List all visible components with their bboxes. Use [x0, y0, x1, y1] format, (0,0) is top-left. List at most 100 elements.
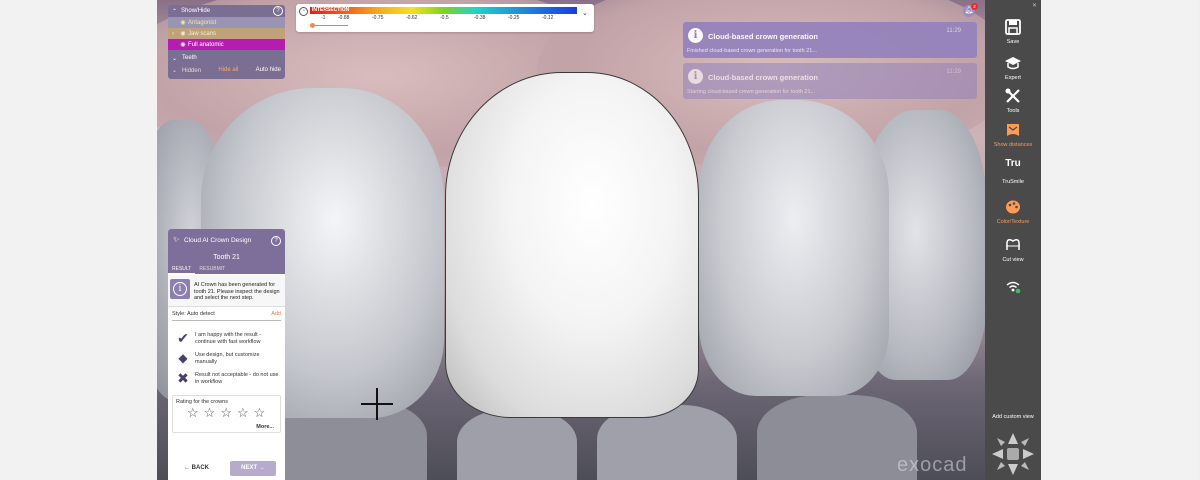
cloud-ai-tabs: RESULT RESUBMIT — [168, 265, 285, 274]
notification-time: 11:29 — [946, 28, 961, 34]
show-hide-header[interactable]: ⌃ Show/Hide — [168, 5, 285, 17]
help-icon[interactable]: ? — [273, 6, 283, 16]
expert-button[interactable]: Expert — [985, 54, 1041, 81]
threshold-slider-knob[interactable] — [310, 23, 315, 28]
tick-label: -0.25 — [508, 15, 520, 21]
layer-label: Antagonist — [188, 19, 217, 26]
chevron-up-icon: ⌃ — [172, 8, 178, 15]
intersection-label: INTERSECTION — [312, 7, 350, 13]
notification-title: Cloud-based crown generation — [708, 32, 819, 41]
exocad-watermark: exocad — [897, 454, 968, 476]
arrow-right-icon: → — [258, 465, 265, 471]
tooth-number: Tooth 21 — [213, 254, 240, 261]
palette-icon — [1006, 200, 1020, 214]
star-icon[interactable]: ☆ — [237, 406, 249, 419]
left-margin — [0, 0, 157, 480]
add-style-button[interactable]: Add — [271, 311, 281, 320]
option-customize[interactable]: ◆ Use design, but customize manually — [172, 349, 281, 367]
arrow-left-icon: ← — [184, 465, 190, 471]
next-label: NEXT — [241, 465, 258, 471]
help-icon[interactable]: ? — [271, 236, 281, 246]
notification[interactable]: i Cloud-based crown generation 11:29 Sta… — [683, 63, 977, 99]
tick-label: -0.12 — [542, 15, 554, 21]
eye-icon[interactable]: ◉ — [178, 41, 188, 48]
info-message: i AI Crown has been generated for tooth … — [168, 275, 285, 307]
layer-full-anatomic[interactable]: ◉ Full anatomic — [168, 39, 285, 50]
intersection-color-bar — [310, 7, 577, 14]
trusmile-button[interactable]: Tru TruSmile — [985, 158, 1041, 185]
eye-icon[interactable]: ◉ — [178, 19, 188, 26]
option-text: Use design, but customize manually — [195, 352, 260, 365]
chevron-down-icon[interactable]: ⌄ — [172, 68, 177, 74]
notification-bell-icon[interactable]: 🔔︎ 2 — [963, 3, 978, 17]
hidden-label: Hidden — [182, 67, 202, 74]
toolbar-label: Cut view — [1002, 257, 1024, 263]
tools-icon — [1005, 88, 1020, 103]
layer-label: Full anatomic — [188, 41, 224, 48]
generated-crown[interactable] — [445, 72, 699, 418]
tick-label: -0.75 — [372, 15, 384, 21]
star-icon[interactable]: ☆ — [220, 406, 232, 419]
customize-icon: ◆ — [178, 351, 188, 365]
layer-jaw-scans[interactable]: › ◉ Jaw scans — [168, 28, 285, 39]
cross-icon: ✖ — [177, 370, 189, 386]
star-rating: ☆ ☆ ☆ ☆ ☆ — [187, 406, 265, 419]
magic-wand-icon: ✨︎ — [173, 235, 180, 244]
star-icon[interactable]: ☆ — [204, 406, 216, 419]
show-hide-panel: ⌃ Show/Hide ? ◉ Antagonist › ◉ Jaw scans… — [168, 5, 285, 79]
tick-label: -0.62 — [406, 15, 418, 21]
option-reject[interactable]: ✖ Result not acceptable - do not use in … — [172, 369, 281, 387]
tab-result[interactable]: RESULT — [168, 265, 196, 274]
info-icon: i — [170, 279, 190, 299]
option-text: I am happy with the result - continue wi… — [195, 332, 262, 345]
option-accept-fast[interactable]: ✔ I am happy with the result - continue … — [172, 329, 281, 347]
crown-rating: Rating for the crowns ☆ ☆ ☆ ☆ ☆ More... — [172, 395, 281, 433]
style-row: Style: Auto detect Add — [172, 311, 281, 321]
next-button[interactable]: NEXT → — [230, 461, 276, 476]
hide-all-button[interactable]: Hide all — [218, 67, 238, 73]
teeth-group[interactable]: ⌄ Teeth — [168, 52, 285, 64]
notification-message: Starting cloud-based crown generation fo… — [687, 89, 816, 95]
notification-message: Finished cloud-based crown generation fo… — [687, 48, 817, 54]
star-icon[interactable]: ☆ — [254, 406, 266, 419]
eye-icon[interactable]: ◉ — [178, 30, 188, 37]
chevron-down-icon[interactable]: ⌄ — [582, 9, 588, 17]
trusmile-icon: Tru — [1005, 158, 1021, 169]
show-distances-button[interactable]: Show distances — [985, 121, 1041, 148]
threshold-slider-track[interactable] — [312, 25, 348, 26]
toolbar-label: Expert — [1005, 75, 1021, 81]
cut-view-icon — [1006, 239, 1020, 250]
lower-tooth — [757, 395, 917, 480]
toolbar-label: TruSmile — [1002, 179, 1024, 185]
star-icon[interactable]: ☆ — [187, 406, 199, 419]
view-navigation-icon — [992, 433, 1034, 475]
style-label: Style: Auto detect — [172, 311, 215, 317]
tab-resubmit[interactable]: RESUBMIT — [195, 265, 229, 274]
notification-count-badge: 2 — [971, 3, 978, 10]
right-margin — [1041, 0, 1198, 480]
toolbar-label: Tools — [1006, 108, 1020, 114]
add-custom-view-button[interactable]: Add custom view — [985, 413, 1041, 420]
notification[interactable]: i Cloud-based crown generation 11:29 Fin… — [683, 22, 977, 58]
tooth-right — [699, 100, 889, 396]
close-icon[interactable]: ✕ — [1032, 2, 1037, 9]
save-icon — [1005, 19, 1021, 35]
auto-hide-button[interactable]: Auto hide — [256, 67, 281, 73]
teeth-label: Teeth — [182, 55, 197, 61]
save-button[interactable]: Save — [985, 18, 1041, 45]
cloud-connect-button[interactable] — [985, 277, 1041, 295]
more-button[interactable]: More... — [256, 424, 274, 430]
notification-time: 11:29 — [946, 69, 961, 75]
add-custom-view-label: Add custom view — [992, 414, 1034, 420]
tools-button[interactable]: Tools — [985, 87, 1041, 114]
toolbar-label: Save — [1006, 39, 1020, 45]
show-hide-title: Show/Hide — [181, 8, 211, 14]
color-texture-button[interactable]: Color/Texture — [985, 198, 1041, 225]
gauge-icon[interactable]: ◔ — [299, 7, 308, 16]
view-direction-pad[interactable] — [991, 432, 1035, 476]
cut-view-button[interactable]: Cut view — [985, 236, 1041, 263]
layer-label: Jaw scans — [188, 30, 217, 37]
layer-antagonist[interactable]: ◉ Antagonist — [168, 17, 285, 28]
back-button[interactable]: ← BACK — [184, 465, 209, 471]
chevron-down-icon: ⌄ — [172, 55, 178, 62]
